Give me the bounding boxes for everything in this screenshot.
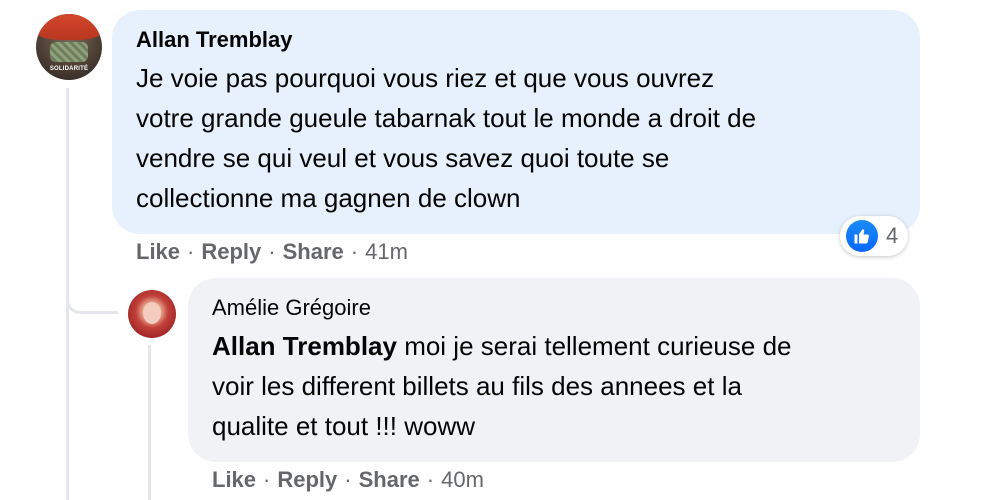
reaction-summary[interactable]: 4 [840, 216, 909, 256]
comment-text: Je voie pas pourquoi vous riez et que vo… [136, 58, 896, 218]
comment-text-line: vendre se qui veul et vous savez quoi to… [136, 143, 670, 173]
comment-text-line: Je voie pas pourquoi vous riez et que vo… [136, 63, 715, 93]
separator-dot: · [187, 239, 195, 264]
comment-bubble-amelie: Amélie Grégoire Allan Tremblay moi je se… [188, 278, 920, 462]
comment-author-name[interactable]: Allan Tremblay [136, 26, 896, 54]
comment-bubble-allan: Allan Tremblay Je voie pas pourquoi vous… [112, 10, 920, 234]
avatar-allan-tremblay[interactable]: SOLIDARITÉ [36, 14, 102, 80]
separator-dot: · [350, 239, 359, 264]
like-button[interactable]: Like [212, 466, 256, 494]
reaction-count: 4 [886, 223, 899, 248]
avatar-mask-shape [50, 42, 88, 62]
comment-author-name[interactable]: Amélie Grégoire [212, 294, 896, 322]
reply-button[interactable]: Reply [277, 466, 337, 494]
comment-text-line: votre grande gueule tabarnak tout le mon… [136, 103, 757, 133]
avatar-face-shape [143, 302, 161, 324]
comment-timestamp[interactable]: 41m [365, 238, 408, 266]
comment-text-line: Allan Tremblay moi je serai tellement cu… [212, 326, 896, 366]
share-button[interactable]: Share [283, 238, 344, 266]
like-button[interactable]: Like [136, 238, 180, 266]
mention-link[interactable]: Allan Tremblay [212, 331, 397, 361]
reply-button[interactable]: Reply [201, 238, 261, 266]
share-button[interactable]: Share [359, 466, 420, 494]
comment-text-line: qualite et tout !!! woww [212, 411, 476, 441]
avatar-badge-text: SOLIDARITÉ [49, 66, 89, 72]
separator-dot: · [426, 467, 435, 492]
comment-actions-allan: Like · Reply · Share · 41m [136, 238, 408, 266]
avatar-amelie-gregoire[interactable] [128, 290, 176, 338]
separator-dot: · [263, 467, 271, 492]
comment-text-line: voir les different billets au fils des a… [212, 371, 742, 401]
reply-thread-line [148, 345, 151, 500]
comment-text: Allan Tremblay moi je serai tellement cu… [212, 326, 896, 446]
reply-connector-elbow [66, 270, 118, 314]
comment-text-span: moi je serai tellement curieuse de [396, 331, 792, 361]
comment-timestamp[interactable]: 40m [441, 466, 484, 494]
comment-text-line: collectionne ma gagnen de clown [136, 183, 521, 213]
separator-dot: · [344, 467, 352, 492]
thumbs-up-icon [846, 220, 878, 252]
comment-actions-amelie: Like · Reply · Share · 40m [212, 466, 484, 494]
comment-thread: SOLIDARITÉ Allan Tremblay Je voie pas po… [0, 0, 1006, 500]
separator-dot: · [268, 239, 276, 264]
avatar-hat-shape [36, 14, 102, 40]
